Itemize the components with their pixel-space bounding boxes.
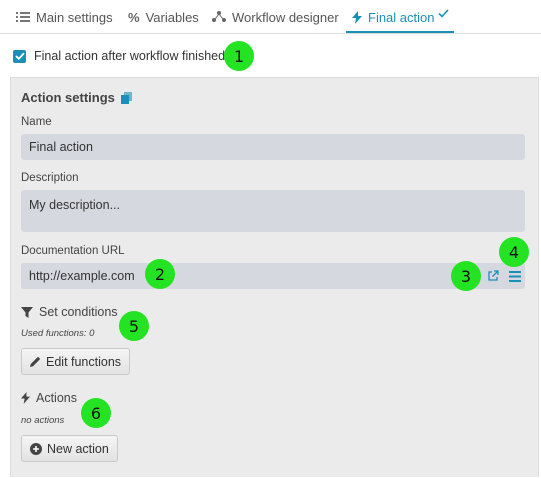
tab-main-settings[interactable]: Main settings	[16, 0, 113, 34]
bolt-icon	[352, 10, 362, 24]
set-conditions-heading: Set conditions	[21, 305, 118, 319]
pencil-icon	[30, 356, 41, 367]
tab-label: Final action	[368, 9, 435, 25]
tab-bar: Main settings % Variables Workflow desig…	[0, 0, 541, 34]
list-icon	[16, 11, 30, 23]
documentation-url-value: http://example.com	[29, 269, 135, 283]
description-label: Description	[21, 172, 79, 184]
checkmark-icon	[438, 6, 450, 21]
bolt-icon	[21, 392, 30, 404]
documentation-url-field[interactable]: http://example.com	[21, 263, 525, 289]
plus-circle-icon	[30, 442, 42, 455]
actions-heading: Actions	[21, 391, 77, 405]
tab-final-action[interactable]: Final action	[352, 0, 450, 34]
name-field[interactable]: Final action	[21, 134, 525, 160]
external-link-icon[interactable]	[485, 268, 501, 284]
tab-label: Main settings	[36, 9, 113, 25]
tab-label: Workflow designer	[232, 9, 339, 25]
action-settings-title: Action settings	[21, 90, 133, 105]
active-tab-indicator	[346, 31, 454, 33]
workflow-icon	[212, 11, 226, 23]
documentation-url-label: Documentation URL	[21, 245, 125, 257]
description-field[interactable]: My description...	[21, 190, 525, 232]
final-action-toggle[interactable]: Final action after workflow finished	[13, 48, 225, 64]
percent-icon: %	[128, 9, 140, 25]
tab-variables[interactable]: % Variables	[128, 0, 199, 34]
used-functions-count: Used functions: 0	[21, 328, 95, 339]
final-action-editor: Main settings % Variables Workflow desig…	[0, 0, 541, 478]
annotation-badge: 3	[451, 261, 481, 291]
url-actions	[485, 268, 523, 284]
annotation-badge: 2	[145, 259, 175, 289]
edit-functions-label: Edit functions	[46, 354, 122, 369]
final-action-label: Final action after workflow finished	[34, 49, 226, 63]
tab-workflow-designer[interactable]: Workflow designer	[212, 0, 339, 34]
actions-title: Actions	[36, 391, 77, 405]
annotation-badge: 1	[224, 41, 254, 71]
section-heading: Action settings	[21, 90, 115, 105]
checkbox-checked[interactable]	[13, 49, 26, 63]
tab-label: Variables	[145, 9, 199, 25]
copy-icon[interactable]	[120, 91, 133, 104]
annotation-badge: 5	[119, 311, 149, 341]
new-action-button[interactable]: New action	[21, 435, 118, 462]
annotation-badge: 6	[81, 398, 111, 428]
new-action-label: New action	[47, 441, 109, 456]
set-conditions-title: Set conditions	[39, 305, 118, 319]
edit-functions-button[interactable]: Edit functions	[21, 348, 131, 375]
name-label: Name	[21, 116, 52, 128]
actions-status: no actions	[21, 415, 65, 426]
filter-icon	[21, 306, 33, 318]
menu-icon[interactable]	[507, 268, 523, 284]
annotation-badge: 4	[499, 237, 529, 267]
